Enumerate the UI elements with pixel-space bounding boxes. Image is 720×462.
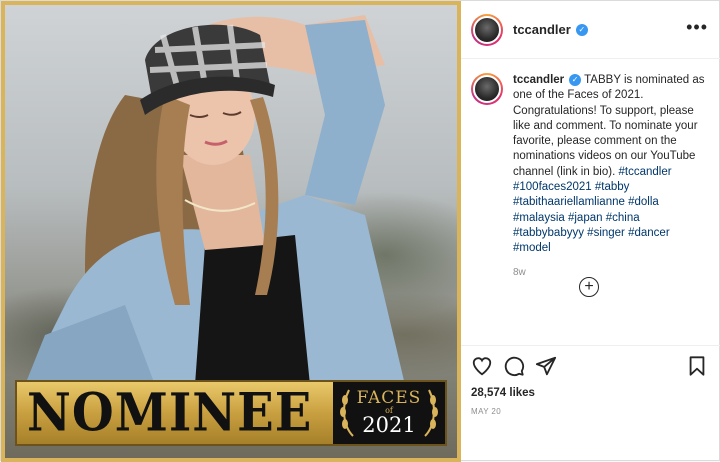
hashtag-link[interactable]: #tabbybabyyy (513, 227, 584, 239)
hashtag-link[interactable]: #100faces2021 (513, 181, 592, 193)
faces-year: 2021 (362, 413, 416, 438)
hashtag-link[interactable]: #tabby (595, 181, 630, 193)
post-header: tccandler ✓ ••• (461, 1, 720, 59)
header-username[interactable]: tccandler (513, 22, 571, 37)
hashtag-link[interactable]: #tccandler (618, 166, 671, 178)
nominee-banner: NOMINEE FACES of 2021 (15, 380, 447, 446)
more-options-icon[interactable]: ••• (686, 18, 708, 42)
nominee-text: NOMINEE (27, 382, 313, 444)
action-icons (471, 354, 708, 378)
post-media[interactable]: NOMINEE FACES of 2021 (1, 1, 461, 462)
instagram-post: NOMINEE FACES of 2021 tccandler ✓ ••• tc… (0, 0, 720, 462)
hashtag-link[interactable]: #tabithaariellamlianne (513, 196, 625, 208)
verified-badge-icon: ✓ (575, 23, 588, 36)
comment-icon[interactable] (503, 355, 525, 377)
verified-badge-icon: ✓ (569, 73, 582, 86)
caption: tccandler ✓ TABBY is nominated as one of … (513, 73, 708, 345)
laurel-right-icon (424, 389, 438, 437)
post-sidebar: tccandler ✓ ••• tccandler ✓ TABBY is nomi… (461, 1, 720, 460)
hashtag-link[interactable]: #japan (568, 212, 603, 224)
paper-plane-icon[interactable] (535, 355, 557, 377)
avatar[interactable] (471, 13, 503, 46)
faces-badge: FACES of 2021 (333, 382, 445, 444)
avatar-image (473, 75, 501, 103)
hashtag-link[interactable]: #singer (587, 227, 625, 239)
post-date[interactable]: MAY 20 (471, 407, 708, 416)
hashtag-link[interactable]: #china (606, 212, 640, 224)
avatar-image (473, 15, 501, 44)
caption-text: TABBY is nominated as one of the Faces o… (513, 74, 705, 178)
like-count[interactable]: 28,574 likes (471, 387, 708, 399)
hashtag-link[interactable]: #dolla (628, 196, 659, 208)
caption-username[interactable]: tccandler (513, 74, 564, 86)
comments-section: tccandler ✓ TABBY is nominated as one of … (461, 59, 720, 345)
bookmark-icon[interactable] (686, 355, 708, 377)
post-age[interactable]: 8w (513, 265, 708, 280)
plus-circle-icon[interactable]: + (579, 277, 599, 297)
post-actions: 28,574 likes MAY 20 (461, 345, 720, 416)
faces-label: FACES (356, 387, 422, 408)
hashtag-link[interactable]: #dancer (628, 227, 670, 239)
post-photo: NOMINEE FACES of 2021 (5, 5, 457, 458)
hashtag-link[interactable]: #model (513, 242, 551, 254)
caption-hashtags: #tccandler #100faces2021 #tabby #tabitha… (513, 166, 672, 254)
caption-avatar[interactable] (471, 73, 503, 105)
hashtag-link[interactable]: #malaysia (513, 212, 565, 224)
heart-icon[interactable] (471, 355, 493, 377)
laurel-left-icon (340, 389, 354, 437)
